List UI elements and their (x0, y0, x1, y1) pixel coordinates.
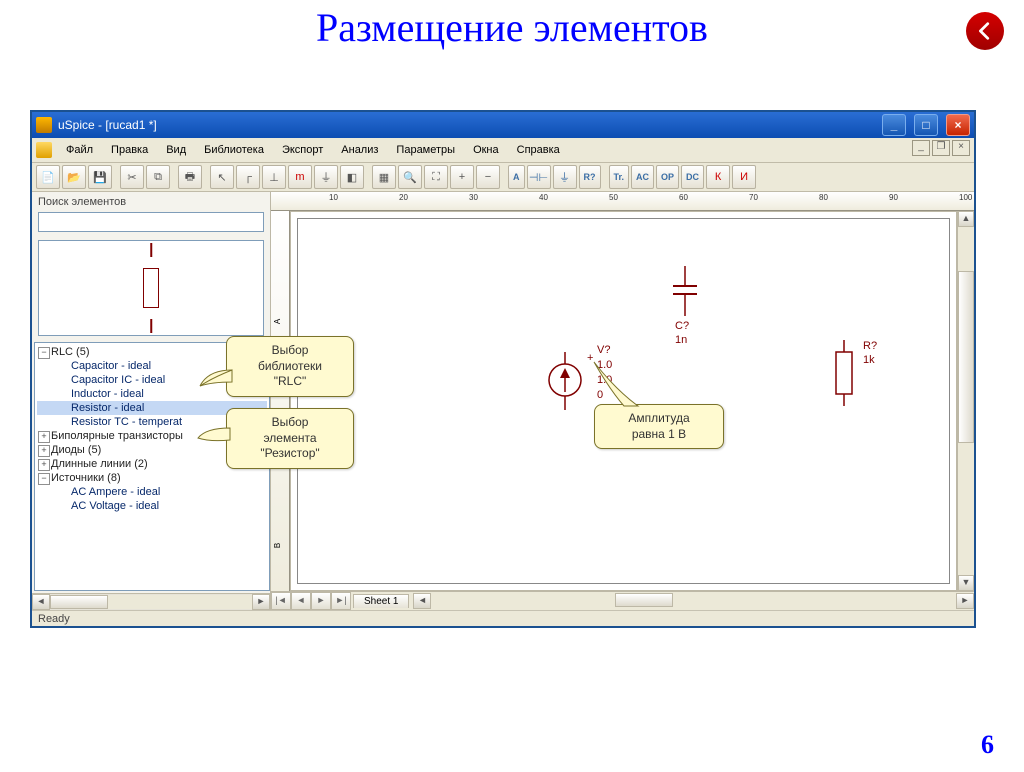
cap-tool-icon[interactable]: ⊣⊢ (527, 165, 551, 189)
cap-ref[interactable]: C? (675, 320, 689, 332)
sidebar-hscrollbar[interactable]: ◄► (32, 593, 270, 610)
sheet-first-icon[interactable]: |◄ (271, 592, 291, 610)
text-tool-icon[interactable]: A (508, 165, 525, 189)
wire-icon[interactable]: ┌ (236, 165, 260, 189)
source-ref[interactable]: V? (597, 344, 610, 356)
sheet-prev-icon[interactable]: ◄ (291, 592, 311, 610)
open-icon[interactable]: 📂 (62, 165, 86, 189)
search-label: Поиск элементов (32, 192, 270, 212)
app-window: uSpice - [rucad1 *] _ □ × Файл Правка Ви… (30, 110, 976, 628)
copy-icon[interactable]: ⧉ (146, 165, 170, 189)
menubar: Файл Правка Вид Библиотека Экспорт Анали… (32, 138, 974, 163)
port-icon[interactable]: ◧ (340, 165, 364, 189)
ruler-horizontal: 10 20 30 40 50 60 70 80 90 100 (271, 192, 974, 211)
junction-icon[interactable]: ⊥ (262, 165, 286, 189)
menu-analysis[interactable]: Анализ (333, 142, 386, 158)
menu-library[interactable]: Библиотека (196, 142, 272, 158)
maximize-button[interactable]: □ (914, 114, 938, 136)
zoom-in-icon[interactable]: + (450, 165, 474, 189)
print-icon[interactable]: 🖶 (178, 165, 202, 189)
menu-windows[interactable]: Окна (465, 142, 507, 158)
pointer-icon[interactable]: ↖ (210, 165, 234, 189)
cap-val[interactable]: 1n (675, 334, 687, 346)
mdi-minimize-button[interactable]: _ (912, 140, 930, 156)
titlebar: uSpice - [rucad1 *] _ □ × (32, 112, 974, 138)
callout-element: Выборэлемента"Резистор" (226, 408, 354, 469)
zoom-icon[interactable]: 🔍 (398, 165, 422, 189)
tree-item[interactable]: AC Ampere - ideal (37, 485, 267, 499)
component-resistor[interactable] (829, 340, 859, 408)
tree-node-sources[interactable]: −Источники (8) (37, 471, 267, 485)
close-button[interactable]: × (946, 114, 970, 136)
menu-view[interactable]: Вид (158, 142, 194, 158)
zoom-all-icon[interactable]: ⛶ (424, 165, 448, 189)
menu-file[interactable]: Файл (58, 142, 101, 158)
minimize-button[interactable]: _ (882, 114, 906, 136)
sheet-last-icon[interactable]: ►| (331, 592, 351, 610)
component-preview (38, 240, 264, 336)
menu-help[interactable]: Справка (509, 142, 568, 158)
grid-icon[interactable]: ▦ (372, 165, 396, 189)
zoom-out-icon[interactable]: − (476, 165, 500, 189)
mdi-close-button[interactable]: × (952, 140, 970, 156)
stop-icon[interactable]: И (732, 165, 756, 189)
sheet-tab[interactable]: Sheet 1 (353, 594, 409, 608)
ground-icon[interactable]: ⏚ (314, 165, 338, 189)
op-button[interactable]: OP (656, 165, 679, 189)
ac-button[interactable]: AC (631, 165, 654, 189)
menu-export[interactable]: Экспорт (274, 142, 331, 158)
res-val[interactable]: 1k (863, 354, 875, 366)
ruler-vertical: A B (271, 211, 290, 591)
statusbar: Ready (32, 610, 974, 628)
ground2-icon[interactable]: ⏚ (553, 165, 577, 189)
save-icon[interactable]: 💾 (88, 165, 112, 189)
sheet-next-icon[interactable]: ► (311, 592, 331, 610)
cut-icon[interactable]: ✂ (120, 165, 144, 189)
sheet-footer: |◄ ◄ ► ►| Sheet 1 ◄► (271, 591, 974, 610)
component-voltage-source[interactable] (547, 352, 587, 412)
callout-amplitude: Амплитударавна 1 В (594, 404, 724, 449)
res-ref[interactable]: R? (863, 340, 877, 352)
slide-title: Размещение элементов (0, 4, 1024, 51)
new-icon[interactable]: 📄 (36, 165, 60, 189)
search-input[interactable] (38, 212, 264, 232)
tree-item[interactable]: AC Voltage - ideal (37, 499, 267, 513)
label-icon[interactable]: m (288, 165, 312, 189)
sidebar: Поиск элементов −RLC (5) Capacitor - ide… (32, 192, 271, 610)
res-tool-icon[interactable]: R? (579, 165, 601, 189)
menubar-icon (36, 142, 52, 158)
menu-edit[interactable]: Правка (103, 142, 156, 158)
app-icon (36, 117, 52, 133)
window-title: uSpice - [rucad1 *] (58, 118, 874, 132)
component-capacitor[interactable] (665, 266, 705, 320)
canvas-vscrollbar[interactable]: ▲ ▼ (957, 211, 974, 591)
dc-button[interactable]: DC (681, 165, 704, 189)
tr-button[interactable]: Tr. (609, 165, 630, 189)
menu-params[interactable]: Параметры (388, 142, 463, 158)
page-number: 6 (981, 730, 994, 760)
back-button[interactable] (966, 12, 1004, 50)
toolbar: 📄 📂 💾 ✂ ⧉ 🖶 ↖ ┌ ⊥ m ⏚ ◧ ▦ 🔍 ⛶ + − A ⊣⊢ ⏚… (32, 163, 974, 192)
mdi-restore-button[interactable]: ❐ (932, 140, 950, 156)
run-icon[interactable]: К (706, 165, 730, 189)
callout-library: Выборбиблиотеки"RLC" (226, 336, 354, 397)
